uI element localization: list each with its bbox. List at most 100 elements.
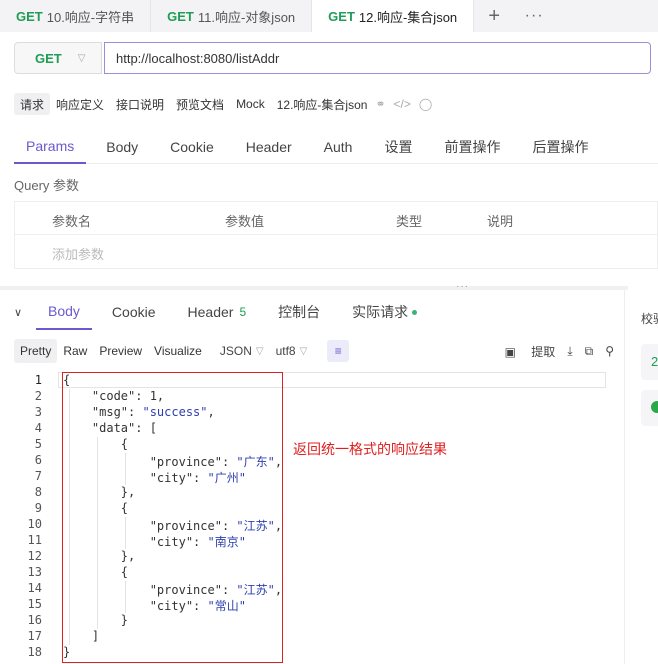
tab-label: Cookie [111, 304, 156, 320]
right-panel: 校验 2 [624, 290, 658, 664]
tab-pre-actions[interactable]: 前置操作 [432, 130, 512, 164]
tab-auth[interactable]: Auth [312, 130, 365, 164]
query-section-title: Query 参数 [14, 178, 80, 193]
format-select[interactable]: JSON ▽ [220, 344, 264, 358]
status-card[interactable]: 2 [641, 344, 658, 380]
request-tab-10[interactable]: GET 10.响应-字符串 [0, 0, 152, 32]
share-icon[interactable]: ◯ [419, 97, 432, 111]
add-param-row[interactable]: 添加参数 [15, 235, 657, 268]
format-toolbar: Pretty Raw Preview Visualize JSON ▽ utf8 ▽… [14, 339, 614, 363]
col-param-value: 参数值 [225, 214, 265, 229]
mode-pretty[interactable]: Pretty [14, 339, 58, 363]
status-dot-icon [412, 309, 418, 315]
line-number: 17 [27, 629, 42, 643]
chevron-down-icon: ▽ [299, 345, 308, 357]
wrap-lines-icon[interactable]: ≡ [327, 340, 350, 362]
chevron-down-icon[interactable]: ∨ [14, 306, 36, 319]
request-tab-label: 11.响应-对象json [197, 9, 296, 25]
status-value: 2 [651, 354, 658, 369]
chevron-down-icon: ▽ [77, 52, 86, 64]
line-number: 2 [34, 389, 42, 403]
method-value: GET [35, 50, 62, 66]
tab-label: 实际请求 [352, 304, 409, 320]
drag-handle-icon[interactable]: ··· [456, 281, 469, 292]
doc-tab-preview[interactable]: 预览文档 [170, 93, 230, 115]
method-label: GET [16, 8, 43, 24]
line-number: 13 [27, 565, 42, 579]
response-tab-body[interactable]: Body [36, 294, 92, 330]
add-tab-button[interactable]: + [474, 0, 514, 32]
check-success-icon [651, 401, 658, 413]
link-icon[interactable]: ⚭ [375, 97, 385, 111]
doc-tab-bar: 请求 响应定义 接口说明 预览文档 Mock 12.响应-集合json ⚭ </… [14, 93, 432, 115]
line-number: 9 [34, 501, 42, 515]
request-tab-11[interactable]: GET 11.响应-对象json [151, 0, 313, 32]
response-tab-header[interactable]: Header 5 [176, 294, 259, 330]
panel-splitter[interactable] [0, 286, 628, 290]
method-label: GET [167, 8, 194, 24]
response-tab-cookie[interactable]: Cookie [100, 294, 168, 330]
query-params-table: 参数名 参数值 类型 说明 添加参数 [14, 201, 658, 269]
line-number: 10 [27, 517, 42, 531]
line-number: 15 [27, 597, 42, 611]
request-tab-label: 12.响应-集合json [358, 9, 458, 25]
line-number: 12 [27, 549, 42, 563]
line-number: 16 [27, 613, 42, 627]
line-number: 8 [34, 485, 42, 499]
line-number: 14 [27, 581, 42, 595]
url-value: http://localhost:8080/listAddr [116, 50, 280, 66]
line-number: 18 [27, 645, 42, 659]
encoding-select[interactable]: utf8 ▽ [276, 344, 308, 358]
annotation-box [62, 372, 283, 663]
format-value: JSON [219, 344, 252, 358]
line-number: 7 [34, 469, 42, 483]
mode-preview[interactable]: Preview [93, 339, 148, 363]
download-icon[interactable]: ⤓ [567, 344, 572, 359]
col-type: 类型 [396, 214, 423, 229]
tab-body[interactable]: Body [94, 130, 150, 164]
search-icon[interactable]: ⚲ [605, 344, 614, 358]
request-tab-12[interactable]: GET 12.响应-集合json [312, 0, 475, 32]
doc-tab-mock[interactable]: Mock [230, 93, 271, 115]
table-header: 参数名 参数值 类型 说明 [15, 202, 657, 235]
line-number: 11 [27, 533, 42, 547]
tab-label: 控制台 [278, 304, 321, 320]
response-tab-bar: ∨ Body Cookie Header 5 控制台 实际请求 [14, 294, 628, 330]
more-tabs-button[interactable]: ··· [514, 0, 554, 32]
line-number: 3 [34, 405, 42, 419]
validation-title: 校验 [641, 312, 658, 326]
extract-label: 提取 [531, 344, 556, 359]
doc-tab-response-def[interactable]: 响应定义 [50, 93, 110, 115]
add-param-placeholder: 添加参数 [52, 247, 105, 262]
extract-icon: ▣ [504, 344, 516, 359]
tab-label: Header [187, 304, 234, 320]
tab-header[interactable]: Header [234, 130, 304, 164]
encoding-value: utf8 [275, 344, 296, 358]
param-tab-bar: Params Body Cookie Header Auth 设置 前置操作 后… [14, 130, 658, 164]
doc-tab-request[interactable]: 请求 [14, 93, 51, 115]
mode-raw[interactable]: Raw [57, 339, 93, 363]
url-input[interactable]: http://localhost:8080/listAddr [104, 42, 651, 74]
copy-icon[interactable]: ⧉ [585, 344, 594, 359]
api-name[interactable]: 12.响应-集合json [277, 96, 368, 113]
line-number: 4 [34, 421, 42, 435]
response-tab-actual-request[interactable]: 实际请求 [340, 294, 429, 330]
mode-visualize[interactable]: Visualize [148, 339, 208, 363]
tab-settings[interactable]: 设置 [372, 130, 424, 164]
tab-params[interactable]: Params [14, 130, 87, 164]
code-icon[interactable]: </> [394, 97, 411, 111]
line-number: 5 [34, 437, 42, 451]
tab-post-actions[interactable]: 后置操作 [520, 130, 600, 164]
method-select[interactable]: GET ▽ [14, 42, 102, 74]
chevron-down-icon: ▽ [255, 345, 264, 357]
doc-tab-api-desc[interactable]: 接口说明 [110, 93, 170, 115]
header-count-badge: 5 [239, 305, 247, 319]
annotation-text: 返回统一格式的响应结果 [293, 441, 447, 457]
extract-button[interactable]: ▣ 提取 [493, 343, 556, 360]
response-tab-console[interactable]: 控制台 [266, 294, 332, 330]
check-card[interactable] [641, 390, 658, 426]
line-number: 1 [34, 373, 42, 387]
tab-label: Body [48, 303, 80, 319]
tab-cookie[interactable]: Cookie [158, 130, 226, 164]
method-label: GET [328, 8, 355, 24]
